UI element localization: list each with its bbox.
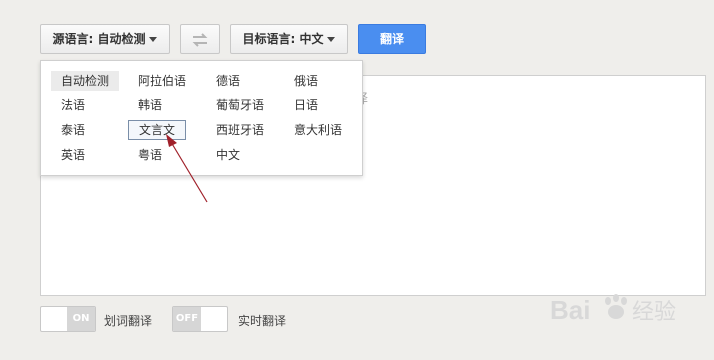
target-language-label: 目标语言: 中文 — [242, 32, 324, 46]
lang-option-arabic[interactable]: 阿拉伯语 — [128, 71, 196, 91]
lang-option-italian[interactable]: 意大利语 — [284, 120, 352, 140]
source-language-label: 源语言: 自动检测 — [52, 32, 146, 46]
word-lookup-toggle[interactable]: ON — [40, 306, 96, 332]
lang-option-classical-chinese[interactable]: 文言文 — [128, 120, 187, 140]
lang-option-english[interactable]: 英语 — [51, 145, 95, 165]
toggle-state-on: ON — [67, 307, 95, 331]
source-language-dropdown[interactable]: 源语言: 自动检测 — [40, 24, 170, 54]
lang-option-auto-detect[interactable]: 自动检测 — [51, 71, 120, 91]
translate-button-label: 翻译 — [379, 32, 404, 46]
swap-arrows-icon — [192, 32, 208, 47]
lang-option-french[interactable]: 法语 — [51, 95, 95, 115]
svg-text:经验: 经验 — [632, 300, 676, 325]
realtime-translate-toggle[interactable]: OFF — [172, 306, 228, 332]
lang-option-chinese[interactable]: 中文 — [206, 145, 250, 165]
realtime-translate-label: 实时翻译 — [238, 314, 287, 328]
word-lookup-label: 划词翻译 — [104, 314, 153, 328]
lang-option-spanish[interactable]: 西班牙语 — [206, 120, 274, 140]
lang-option-korean[interactable]: 韩语 — [128, 95, 172, 115]
target-language-dropdown[interactable]: 目标语言: 中文 — [230, 24, 348, 54]
lang-option-thai[interactable]: 泰语 — [51, 120, 95, 140]
lang-option-german[interactable]: 德语 — [206, 71, 250, 91]
toggle-state-off: OFF — [173, 307, 201, 331]
baidu-jingyan-watermark: Bai 经验 — [546, 285, 706, 335]
svg-text:Bai: Bai — [550, 295, 590, 325]
caret-down-icon — [327, 37, 336, 42]
caret-down-icon — [149, 37, 158, 42]
lang-option-cantonese[interactable]: 粤语 — [128, 145, 172, 165]
translate-button[interactable]: 翻译 — [358, 24, 426, 54]
lang-option-japanese[interactable]: 日语 — [284, 95, 328, 115]
lang-option-russian[interactable]: 俄语 — [284, 71, 328, 91]
language-dropdown-menu: 自动检测 阿拉伯语 德语 俄语 法语 韩语 葡萄牙语 日语 泰语 文言文 西班牙… — [40, 60, 363, 176]
swap-languages-button[interactable] — [180, 24, 220, 54]
lang-option-portuguese[interactable]: 葡萄牙语 — [206, 95, 274, 115]
baidu-paw-logo-icon: Bai 经验 — [550, 294, 676, 325]
